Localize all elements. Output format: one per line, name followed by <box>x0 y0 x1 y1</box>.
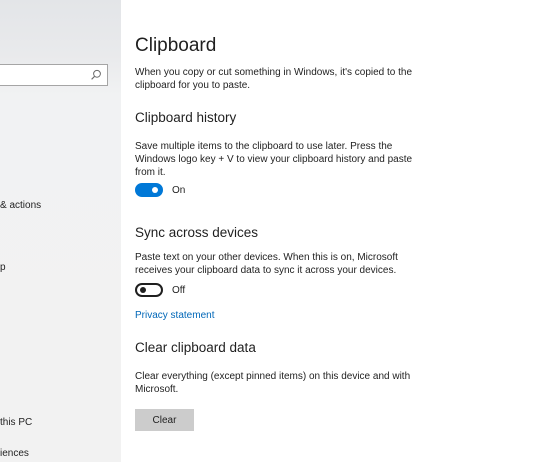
sync-toggle[interactable] <box>135 283 163 297</box>
clipboard-history-toggle-row: On <box>135 183 185 197</box>
privacy-statement-link[interactable]: Privacy statement <box>135 310 214 321</box>
sidebar-item-clipboard-partial[interactable]: p <box>0 262 6 274</box>
sidebar: & actions p this PC iences <box>0 0 121 462</box>
clear-button[interactable]: Clear <box>135 409 194 431</box>
main-content: Clipboard When you copy or cut something… <box>121 0 534 462</box>
search-icon <box>91 69 101 80</box>
sidebar-item-shared-experiences[interactable]: iences <box>0 448 29 460</box>
sidebar-item-notifications-actions[interactable]: & actions <box>0 200 41 212</box>
page-title: Clipboard <box>135 35 217 56</box>
clipboard-history-heading: Clipboard history <box>135 110 237 125</box>
search-input[interactable] <box>0 64 108 86</box>
clipboard-history-description: Save multiple items to the clipboard to … <box>135 141 413 178</box>
sync-across-devices-heading: Sync across devices <box>135 225 259 240</box>
clear-clipboard-description: Clear everything (except pinned items) o… <box>135 371 411 395</box>
clipboard-history-toggle-state: On <box>172 184 186 196</box>
sync-toggle-state: Off <box>172 284 186 296</box>
toggle-knob <box>152 187 158 193</box>
clipboard-history-toggle[interactable] <box>135 183 163 197</box>
sync-toggle-row: Off <box>135 283 185 297</box>
intro-text: When you copy or cut something in Window… <box>135 67 413 91</box>
toggle-knob <box>140 287 146 293</box>
sync-across-devices-description: Paste text on your other devices. When t… <box>135 252 398 276</box>
clear-clipboard-heading: Clear clipboard data <box>135 340 256 355</box>
sidebar-item-projecting-to-this-pc[interactable]: this PC <box>0 417 32 429</box>
